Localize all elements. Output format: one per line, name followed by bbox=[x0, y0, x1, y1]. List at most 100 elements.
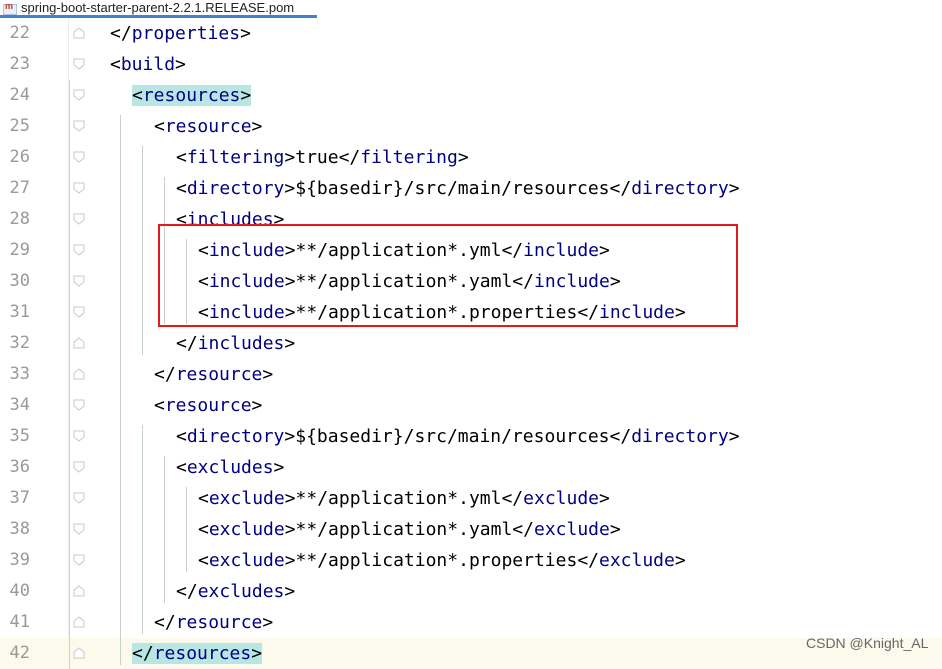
code-line[interactable]: 42 </resources> bbox=[0, 638, 942, 669]
fold-marker-icon[interactable] bbox=[73, 58, 85, 70]
line-number[interactable]: 38 bbox=[0, 514, 30, 545]
fold-marker-icon[interactable] bbox=[73, 89, 85, 101]
fold-marker-icon[interactable] bbox=[73, 306, 85, 318]
xml-bracket: > bbox=[284, 581, 296, 602]
line-number[interactable]: 32 bbox=[0, 328, 30, 359]
xml-bracket: > bbox=[273, 457, 285, 478]
file-tab[interactable]: spring-boot-starter-parent-2.2.1.RELEASE… bbox=[0, 0, 317, 18]
xml-tag-name: filtering bbox=[360, 147, 458, 168]
fold-marker-icon[interactable] bbox=[73, 647, 85, 659]
xml-bracket: > bbox=[599, 488, 610, 509]
fold-marker-icon[interactable] bbox=[73, 151, 85, 163]
fold-marker-icon[interactable] bbox=[73, 523, 85, 535]
code-line[interactable]: 25 <resource> bbox=[0, 111, 942, 142]
fold-marker-icon[interactable] bbox=[73, 492, 85, 504]
code-text[interactable]: <exclude>**/application*.yml</exclude> bbox=[198, 483, 610, 514]
fold-marker-icon[interactable] bbox=[73, 213, 85, 225]
fold-marker-icon[interactable] bbox=[73, 368, 85, 380]
fold-marker-icon[interactable] bbox=[73, 120, 85, 132]
fold-marker-icon[interactable] bbox=[73, 182, 85, 194]
xml-text-value: true bbox=[295, 147, 339, 168]
line-number[interactable]: 28 bbox=[0, 204, 30, 235]
xml-bracket: </ bbox=[609, 426, 632, 447]
code-line[interactable]: 24 <resources> bbox=[0, 80, 942, 111]
line-number[interactable]: 31 bbox=[0, 297, 30, 328]
xml-bracket: > bbox=[728, 426, 740, 447]
xml-bracket: > bbox=[251, 395, 263, 416]
code-text[interactable]: <resources> bbox=[132, 80, 252, 111]
xml-bracket: < bbox=[110, 54, 121, 75]
fold-marker-icon[interactable] bbox=[73, 275, 85, 287]
line-number[interactable]: 30 bbox=[0, 266, 30, 297]
line-number[interactable]: 22 bbox=[0, 18, 30, 49]
indent-guide bbox=[186, 487, 187, 572]
code-text[interactable]: <resource> bbox=[154, 111, 262, 142]
code-line[interactable]: 23 <build> bbox=[0, 49, 942, 80]
xml-bracket: </ bbox=[110, 23, 132, 44]
line-number[interactable]: 35 bbox=[0, 421, 30, 452]
line-number[interactable]: 27 bbox=[0, 173, 30, 204]
fold-marker-icon[interactable] bbox=[73, 27, 85, 39]
xml-text-value: **/application*.properties bbox=[295, 550, 578, 571]
line-number[interactable]: 41 bbox=[0, 607, 30, 638]
code-text[interactable]: <resource> bbox=[154, 390, 262, 421]
xml-bracket: > bbox=[284, 426, 296, 447]
code-line[interactable]: 34 <resource> bbox=[0, 390, 942, 421]
fold-marker-icon[interactable] bbox=[73, 244, 85, 256]
line-number[interactable]: 42 bbox=[0, 638, 30, 669]
xml-tag-name: excludes bbox=[197, 581, 285, 602]
code-text[interactable]: <exclude>**/application*.yaml</exclude> bbox=[198, 514, 621, 545]
code-text[interactable]: </excludes> bbox=[176, 576, 295, 607]
scope-guide bbox=[69, 80, 70, 669]
code-text[interactable]: <excludes> bbox=[176, 452, 284, 483]
fold-marker-icon[interactable] bbox=[73, 461, 85, 473]
fold-marker-icon[interactable] bbox=[73, 585, 85, 597]
xml-tag-name: properties bbox=[131, 23, 241, 44]
code-editor[interactable]: 22 </properties> 23 <build> 24 <resources> 25 <… bbox=[0, 18, 942, 669]
line-number[interactable]: 23 bbox=[0, 49, 30, 80]
fold-marker-icon[interactable] bbox=[73, 616, 85, 628]
fold-marker-icon[interactable] bbox=[73, 337, 85, 349]
line-number[interactable]: 29 bbox=[0, 235, 30, 266]
line-number[interactable]: 40 bbox=[0, 576, 30, 607]
code-text[interactable]: </resource> bbox=[154, 607, 273, 638]
fold-marker-icon[interactable] bbox=[73, 554, 85, 566]
code-text[interactable]: </includes> bbox=[176, 328, 295, 359]
xml-bracket: > bbox=[284, 519, 296, 540]
code-text[interactable]: <directory>${basedir}/src/main/resources… bbox=[176, 173, 740, 204]
code-text[interactable]: <build> bbox=[110, 49, 186, 80]
xml-bracket: > bbox=[728, 178, 740, 199]
xml-bracket: < bbox=[176, 457, 187, 478]
code-text[interactable]: </resources> bbox=[132, 638, 263, 669]
xml-text-value: **/application*.yml bbox=[295, 488, 502, 509]
xml-tag-name: directory bbox=[631, 178, 729, 199]
xml-bracket: < bbox=[176, 147, 187, 168]
code-line[interactable]: 22 </properties> bbox=[0, 18, 942, 49]
file-tab-label: spring-boot-starter-parent-2.2.1.RELEASE… bbox=[21, 0, 295, 15]
code-text[interactable]: <exclude>**/application*.properties</exc… bbox=[198, 545, 686, 576]
line-number[interactable]: 33 bbox=[0, 359, 30, 390]
xml-bracket: > bbox=[240, 85, 252, 106]
xml-bracket: </ bbox=[512, 519, 534, 540]
line-number[interactable]: 24 bbox=[0, 80, 30, 111]
line-number[interactable]: 37 bbox=[0, 483, 30, 514]
editor-tab-bar: spring-boot-starter-parent-2.2.1.RELEASE… bbox=[0, 0, 942, 18]
xml-bracket: </ bbox=[501, 488, 524, 509]
xml-bracket: < bbox=[198, 550, 209, 571]
xml-tag-name: exclude bbox=[523, 488, 599, 509]
line-number[interactable]: 36 bbox=[0, 452, 30, 483]
line-number[interactable]: 25 bbox=[0, 111, 30, 142]
xml-bracket: < bbox=[132, 85, 143, 106]
xml-bracket: < bbox=[198, 519, 209, 540]
fold-marker-icon[interactable] bbox=[73, 399, 85, 411]
line-number[interactable]: 39 bbox=[0, 545, 30, 576]
line-number[interactable]: 26 bbox=[0, 142, 30, 173]
code-text[interactable]: </properties> bbox=[110, 18, 251, 49]
code-text[interactable]: <directory>${basedir}/src/main/resources… bbox=[176, 421, 740, 452]
line-number[interactable]: 34 bbox=[0, 390, 30, 421]
xml-bracket: </ bbox=[577, 550, 599, 571]
code-line[interactable]: 33 </resource> bbox=[0, 359, 942, 390]
code-text[interactable]: </resource> bbox=[154, 359, 273, 390]
fold-marker-icon[interactable] bbox=[73, 430, 85, 442]
code-text[interactable]: <filtering>true</filtering> bbox=[176, 142, 469, 173]
